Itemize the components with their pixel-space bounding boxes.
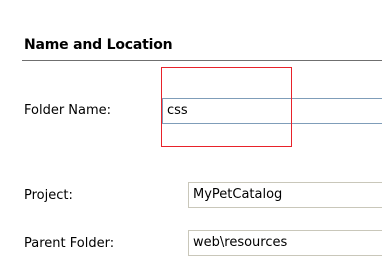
name-and-location-panel: Name and Location Folder Name: css Proje…	[0, 0, 382, 274]
folder-name-label: Folder Name:	[24, 103, 112, 118]
section-title: Name and Location	[24, 37, 173, 53]
folder-name-input[interactable]: css	[162, 98, 382, 124]
project-field: MyPetCatalog	[188, 182, 382, 208]
parent-folder-field: web\resources	[188, 230, 382, 256]
section-divider	[22, 60, 382, 61]
project-label: Project:	[24, 188, 73, 203]
parent-folder-label: Parent Folder:	[24, 236, 115, 251]
